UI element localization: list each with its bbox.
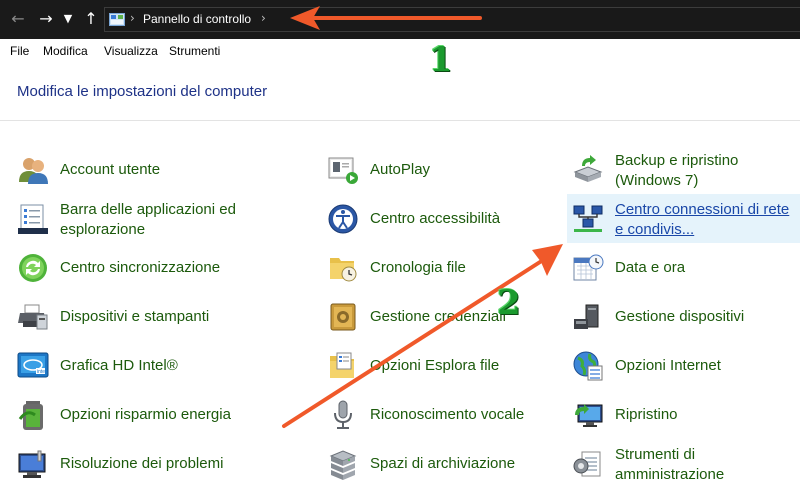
item-label: Centro sincronizzazione (60, 259, 221, 276)
item-label: Dispositivi e stampanti (60, 308, 210, 325)
item-risparmio-energia[interactable]: Opzioni risparmio energia (17, 393, 287, 437)
item-label: Spazi di archiviazione (370, 455, 516, 472)
item-label: Gestione dispositivi (615, 308, 745, 325)
breadcrumb-separator[interactable]: › (261, 11, 266, 25)
item-gestione-dispositivi[interactable]: Gestione dispositivi (572, 295, 800, 339)
item-label: Data e ora (615, 259, 686, 276)
forward-button[interactable]: → (36, 9, 56, 29)
item-spazi-archiviazione[interactable]: Spazi di archiviazione (327, 442, 557, 486)
item-label: Gestione credenziali (370, 308, 506, 325)
item-ripristino[interactable]: Ripristino (572, 393, 800, 437)
users-icon (19, 158, 48, 184)
item-strumenti-amministrazione[interactable]: Strumenti di amministrazione (572, 442, 800, 488)
annotation-marker-2: 2 (497, 283, 521, 323)
chevron-down-icon: ▼ (63, 12, 73, 25)
sync-icon (19, 254, 47, 282)
control-panel-icon (109, 13, 125, 26)
backup-icon (573, 155, 603, 182)
item-grafica-intel[interactable]: intel Grafica HD Intel® (17, 344, 287, 388)
network-icon (573, 205, 603, 232)
item-label: Risoluzione dei problemi (60, 455, 224, 472)
accessibility-icon (328, 204, 358, 234)
item-label: Centro accessibilità (370, 210, 501, 227)
divider (0, 120, 800, 121)
up-button[interactable]: ↑ (81, 9, 101, 29)
item-label-line1: Centro connessioni di rete (615, 201, 790, 218)
item-backup-ripristino[interactable]: Backup e ripristino (Windows 7) (572, 148, 800, 194)
taskbar-icon (18, 204, 48, 234)
item-label-line2: e condivis... (615, 221, 695, 238)
item-risoluzione-problemi[interactable]: Risoluzione dei problemi (17, 442, 287, 486)
item-barra-applicazioni[interactable]: Barra delle applicazioni ed esplorazione (17, 197, 287, 243)
item-label: Opzioni risparmio energia (60, 406, 231, 423)
item-autoplay[interactable]: AutoPlay (327, 148, 557, 192)
item-label: Cronologia file (370, 259, 466, 276)
item-label: Riconoscimento vocale (370, 406, 525, 423)
menu-file[interactable]: File (10, 44, 29, 58)
item-riconoscimento-vocale[interactable]: Riconoscimento vocale (327, 393, 557, 437)
page-title: Modifica le impostazioni del computer (17, 83, 268, 100)
item-dispositivi-stampanti[interactable]: Dispositivi e stampanti (17, 295, 287, 339)
item-label-line2: amministrazione (615, 466, 725, 483)
arrow-up-icon: ↑ (84, 9, 98, 28)
arrow-right-icon: → (39, 9, 53, 28)
calendar-clock-icon (573, 254, 604, 281)
menu-strumenti[interactable]: Strumenti (169, 44, 220, 58)
internet-globe-icon (573, 351, 603, 381)
autoplay-icon (328, 157, 358, 184)
item-opzioni-internet[interactable]: Opzioni Internet (572, 344, 800, 388)
annotation-marker-1: 1 (429, 40, 453, 80)
menu-visualizza[interactable]: Visualizza (104, 44, 158, 58)
troubleshoot-monitor-icon (18, 450, 46, 478)
item-label: Grafica HD Intel® (60, 357, 178, 374)
item-label: Ripristino (615, 406, 678, 423)
item-label: Opzioni Esplora file (370, 357, 500, 374)
recovery-icon (575, 404, 603, 427)
intel-graphics-icon: intel (17, 352, 49, 378)
item-gestione-credenziali[interactable]: Gestione credenziali (327, 295, 557, 339)
menu-modifica[interactable]: Modifica (43, 44, 88, 58)
arrow-left-icon: ← (11, 9, 25, 28)
storage-spaces-icon (329, 450, 357, 480)
admin-tools-icon (573, 451, 601, 477)
credential-vault-icon (330, 303, 356, 331)
battery-icon (18, 401, 43, 430)
item-account-utente[interactable]: Account utente (17, 148, 287, 192)
item-label-line1: Barra delle applicazioni ed (60, 201, 236, 218)
item-label: Opzioni Internet (615, 357, 721, 374)
printer-icon (18, 304, 48, 330)
item-cronologia-file[interactable]: Cronologia file (327, 246, 557, 290)
item-label: AutoPlay (370, 161, 431, 178)
item-label-line2: (Windows 7) (615, 172, 699, 189)
address-toolbar: ← → ▼ ↑ › Pannello di controllo › (0, 0, 800, 39)
device-manager-icon (574, 304, 599, 329)
item-data-ora[interactable]: Data e ora (572, 246, 800, 290)
breadcrumb-pannello[interactable]: Pannello di controllo (143, 12, 251, 26)
recent-locations-button[interactable]: ▼ (61, 9, 75, 29)
back-button[interactable]: ← (8, 9, 28, 29)
file-history-icon (330, 258, 357, 282)
item-centro-accessibilita[interactable]: Centro accessibilità (327, 197, 557, 241)
item-centro-connessioni-rete[interactable]: Centro connessioni di rete e condivis... (567, 194, 800, 243)
breadcrumb-separator[interactable]: › (130, 11, 135, 25)
address-field[interactable]: › Pannello di controllo › (104, 7, 800, 32)
item-label-line1: Strumenti di (615, 446, 696, 463)
menu-bar: File Modifica Visualizza Strumenti (0, 39, 800, 61)
microphone-icon (334, 400, 352, 429)
item-label: Account utente (60, 161, 161, 178)
item-label-line2: esplorazione (60, 221, 146, 238)
svg-text:intel: intel (37, 369, 46, 375)
item-centro-sincronizzazione[interactable]: Centro sincronizzazione (17, 246, 287, 290)
item-opzioni-esplora-file[interactable]: Opzioni Esplora file (327, 344, 557, 388)
folder-options-icon (330, 352, 354, 378)
item-label-line1: Backup e ripristino (615, 152, 739, 169)
